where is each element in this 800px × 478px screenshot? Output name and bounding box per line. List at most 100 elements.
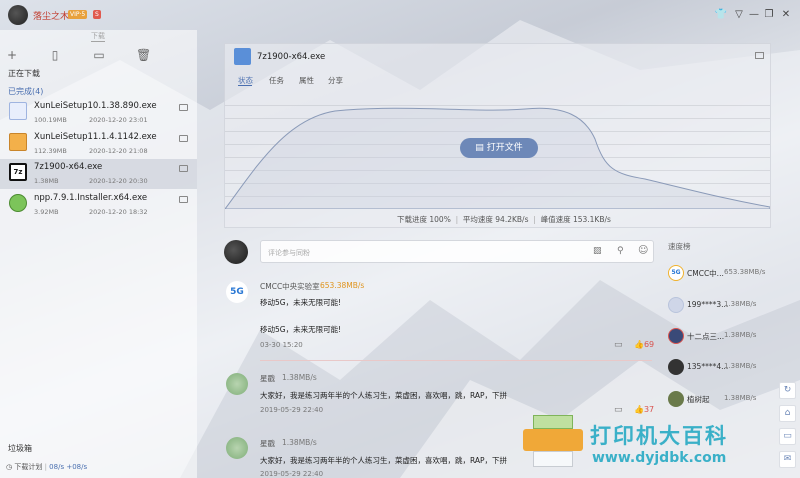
add-task-icon[interactable]: + xyxy=(5,48,19,62)
download-plan[interactable]: ◷ 下载计划 | 08/s +08/s xyxy=(6,462,87,472)
tab-status-underline xyxy=(238,85,252,86)
5g-avatar: 5G xyxy=(668,265,684,281)
like-button[interactable]: 👍37 xyxy=(634,405,654,414)
title-bar: 落尘之木 VIP·5 S 下载 👕 ▽ — ❐ ✕ xyxy=(0,0,800,42)
tab-task[interactable]: 任务 xyxy=(269,75,284,86)
cmcc-5g-avatar: 5G xyxy=(226,281,248,303)
tab-properties[interactable]: 属性 xyxy=(299,75,314,86)
my-avatar xyxy=(224,240,248,264)
file-date: 2020-12-20 23:01 xyxy=(89,116,148,124)
tab-share[interactable]: 分享 xyxy=(328,75,343,86)
comment-time: 03-30 15:20 xyxy=(260,341,303,349)
ranking-row[interactable]: 135****4... 1.38MB/s xyxy=(668,357,778,381)
emoji-icon[interactable]: ☺ xyxy=(638,245,648,256)
comment-time: 2019-05-29 22:40 xyxy=(260,406,324,414)
section-completed[interactable]: 已完成(4) xyxy=(8,86,43,97)
comment-author[interactable]: CMCC中央实验室 xyxy=(260,281,320,292)
list-item[interactable]: XunLeiSetup11.1.4.1142.exe 112.39MB 2020… xyxy=(0,129,197,159)
file-size: 100.19MB xyxy=(34,116,67,124)
up-speed: +08/s xyxy=(66,463,88,471)
close-icon[interactable]: ✕ xyxy=(779,8,793,22)
comment-text: 大家好，我是练习两年半的个人练习生，菜虚困，喜欢唱，跳，RAP，下拼 xyxy=(260,391,508,400)
comment-text: 移动5G，未来无限可能! xyxy=(260,325,342,334)
rank-name: 十二点三... xyxy=(687,332,725,341)
clock-icon: ◷ xyxy=(6,463,13,471)
comment-time: 2019-05-29 22:40 xyxy=(260,470,324,478)
vip-badge: VIP·5 xyxy=(68,10,88,19)
printer-logo xyxy=(523,415,585,473)
reply-icon[interactable]: ▭ xyxy=(614,340,623,350)
user-avatar xyxy=(668,297,684,313)
rank-speed: 1.38MB/s xyxy=(724,300,757,308)
task-detail-panel: 7z1900-x64.exe 状态 任务 属性 分享 ▤ 打开文件 下载进度 1… xyxy=(224,43,771,228)
comment-speed: 653.38MB/s xyxy=(320,281,365,290)
rank-name: 199****3... xyxy=(687,300,729,309)
open-folder-icon[interactable]: ▭ xyxy=(92,48,106,62)
reply-icon[interactable]: ▭ xyxy=(614,405,623,415)
list-item[interactable]: npp.7.9.1.Installer.x64.exe 3.92MB 2020-… xyxy=(0,190,197,220)
rank-speed: 1.38MB/s xyxy=(724,362,757,370)
comment-text: 移动5G，未来无限可能! xyxy=(260,298,342,307)
mail-icon[interactable]: ✉ xyxy=(779,451,796,468)
comment-placeholder: 评论参与同粉 xyxy=(268,249,310,257)
trash-item[interactable]: 垃圾箱 xyxy=(8,443,32,454)
ranking-row[interactable]: 植树起 1.38MB/s xyxy=(668,389,778,413)
plan-label: 下载计划 xyxy=(14,463,43,471)
link-icon[interactable]: ⚲ xyxy=(617,246,624,256)
comment-speed: 1.38MB/s xyxy=(282,373,317,382)
home-icon[interactable]: ⌂ xyxy=(779,405,796,422)
menu-icon[interactable]: ▽ xyxy=(732,8,746,22)
comment-text: 大家好，我是练习两年半的个人练习生，菜虚困，喜欢唱，跳，RAP，下拼 xyxy=(260,456,508,465)
open-file-button[interactable]: ▤ 打开文件 xyxy=(460,138,538,158)
xunlei-bird-icon xyxy=(9,102,27,120)
file-size: 1.38MB xyxy=(34,177,59,185)
delete-icon[interactable]: 🗑 xyxy=(136,48,151,62)
user-avatar xyxy=(226,373,248,395)
folder-icon[interactable] xyxy=(179,196,188,203)
comment-speed: 1.38MB/s xyxy=(282,438,317,447)
ranking-row[interactable]: 5G CMCC中... 653.38MB/s xyxy=(668,263,778,287)
rank-speed: 1.38MB/s xyxy=(724,394,757,402)
stats-row: 下载进度 100% | 平均速度 94.2KB/s | 峰值速度 153.1KB… xyxy=(397,215,611,224)
user-avatar[interactable] xyxy=(8,5,28,25)
list-item[interactable]: XunLeiSetup10.1.38.890.exe 100.19MB 2020… xyxy=(0,98,197,128)
list-item-selected[interactable]: 7z 7z1900-x64.exe 1.38MB 2020-12-20 20:3… xyxy=(0,159,197,189)
comment-author[interactable]: 星戳 xyxy=(260,438,275,449)
minimize-icon[interactable]: — xyxy=(747,8,761,22)
file-name: 7z1900-x64.exe xyxy=(34,162,103,172)
ranking-row[interactable]: 十二点三... 1.38MB/s xyxy=(668,326,778,350)
like-count: 69 xyxy=(643,340,655,349)
folder-icon[interactable] xyxy=(179,165,188,172)
folder-icon[interactable] xyxy=(755,52,764,59)
rank-name: 植树起 xyxy=(687,395,710,404)
file-size: 3.92MB xyxy=(34,208,59,216)
ranking-title: 速度榜 xyxy=(668,242,691,251)
chat-icon[interactable]: ▭ xyxy=(779,428,796,445)
folder-icon[interactable] xyxy=(179,104,188,111)
installer-box-icon xyxy=(9,133,27,151)
down-speed: 08/s xyxy=(49,463,65,471)
user-avatar xyxy=(668,328,684,344)
exe-file-icon xyxy=(234,48,251,65)
restore-icon[interactable]: ❐ xyxy=(762,8,776,22)
image-icon[interactable]: ▨ xyxy=(593,246,602,256)
like-button[interactable]: 👍69 xyxy=(634,340,654,349)
ranking-row[interactable]: 199****3... 1.38MB/s xyxy=(668,295,778,319)
progress-label: 下载进度 100% xyxy=(397,215,451,224)
user-avatar xyxy=(668,391,684,407)
folder-icon[interactable] xyxy=(179,135,188,142)
file-date: 2020-12-20 20:30 xyxy=(89,177,148,185)
refresh-icon[interactable]: ↻ xyxy=(779,382,796,399)
open-file-label: 打开文件 xyxy=(486,143,523,153)
skin-icon[interactable]: 👕 xyxy=(714,8,728,22)
comment-input[interactable]: 评论参与同粉 ▨ ⚲ ☺ xyxy=(260,240,654,263)
section-downloading[interactable]: 正在下载 xyxy=(8,68,40,79)
7zip-icon: 7z xyxy=(9,163,27,181)
rank-speed: 1.38MB/s xyxy=(724,331,757,339)
user-name[interactable]: 落尘之木 xyxy=(33,9,69,22)
thumbs-up-icon: 👍 xyxy=(634,340,644,349)
avg-speed-label: 平均速度 94.2KB/s xyxy=(462,215,529,224)
comment-author[interactable]: 星戳 xyxy=(260,373,275,384)
file-name: npp.7.9.1.Installer.x64.exe xyxy=(34,193,148,203)
new-file-icon[interactable]: ▯ xyxy=(48,48,62,62)
